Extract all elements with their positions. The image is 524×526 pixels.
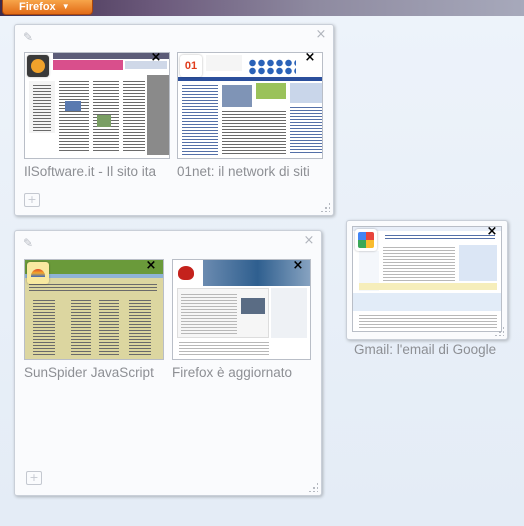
tab-sunspider[interactable]: × SunSpider JavaScript bbox=[24, 259, 164, 383]
pencil-icon[interactable]: ✎ bbox=[23, 236, 37, 250]
tab-close-icon[interactable]: × bbox=[145, 259, 157, 272]
orphan-tab-title: Gmail: l'email di Google bbox=[354, 342, 497, 357]
tab-group-1[interactable]: ✎ × × IlSoftware.it - Il sito ita 01 × 0… bbox=[14, 24, 334, 216]
window-titlebar: Firefox ▼ bbox=[0, 0, 524, 16]
firefox-menu-button[interactable]: Firefox ▼ bbox=[2, 0, 93, 15]
resize-grip-icon[interactable] bbox=[320, 202, 330, 212]
firefox-menu-label: Firefox bbox=[19, 1, 56, 13]
tab-groups-canvas[interactable]: ✎ × × IlSoftware.it - Il sito ita 01 × 0… bbox=[0, 16, 524, 526]
orphan-tab-gmail[interactable]: × bbox=[346, 220, 508, 340]
tab-title: SunSpider JavaScript bbox=[24, 365, 154, 380]
tab-01net[interactable]: 01 × 01net: il network di siti bbox=[177, 51, 323, 180]
firefox-favicon-icon bbox=[175, 262, 197, 284]
tab-title: Firefox è aggiornato bbox=[172, 365, 293, 380]
tab-firefox-updated[interactable]: × Firefox è aggiornato bbox=[172, 259, 311, 383]
01net-favicon-icon: 01 bbox=[180, 55, 202, 77]
group-close-icon[interactable]: × bbox=[315, 28, 327, 41]
group-close-icon[interactable]: × bbox=[303, 234, 315, 247]
tab-ilsoftware[interactable]: × IlSoftware.it - Il sito ita bbox=[24, 51, 170, 180]
tab-title: IlSoftware.it - Il sito ita bbox=[24, 164, 157, 179]
ilsoftware-favicon-icon bbox=[27, 55, 49, 77]
new-tab-icon[interactable]: + bbox=[26, 471, 42, 485]
tab-group-2[interactable]: ✎ × × SunSpider JavaScript × Firefox è a… bbox=[14, 230, 322, 496]
tab-close-icon[interactable]: × bbox=[292, 259, 304, 272]
dropdown-arrow-icon: ▼ bbox=[61, 2, 70, 11]
tab-close-icon[interactable]: × bbox=[150, 51, 162, 64]
pencil-icon[interactable]: ✎ bbox=[23, 30, 37, 44]
sunspider-favicon-icon bbox=[27, 262, 49, 284]
tab-close-icon[interactable]: × bbox=[304, 51, 316, 64]
resize-grip-icon[interactable] bbox=[308, 482, 318, 492]
tab-title: 01net: il network di siti bbox=[177, 164, 310, 179]
new-tab-icon[interactable]: + bbox=[24, 193, 40, 207]
google-favicon-icon bbox=[355, 229, 377, 251]
tab-close-icon[interactable]: × bbox=[486, 225, 498, 238]
